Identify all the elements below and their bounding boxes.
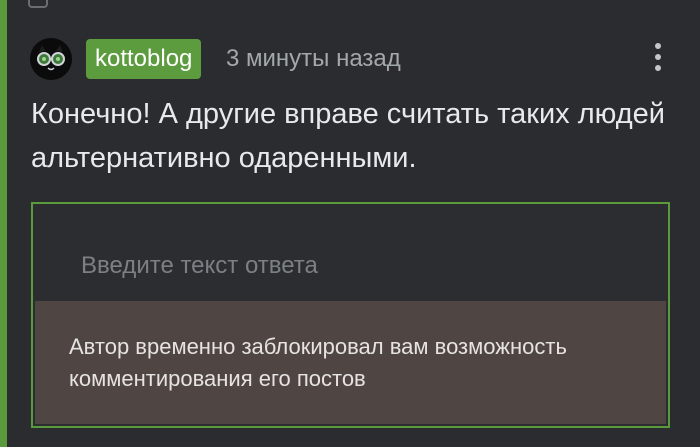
reply-input[interactable] [33, 204, 668, 300]
vertical-dots-icon [655, 43, 661, 71]
blocked-notice: Автор временно заблокировал вам возможно… [35, 301, 666, 424]
author-name[interactable]: kottoblog [86, 39, 202, 79]
cat-avatar-icon [30, 38, 72, 80]
avatar[interactable] [30, 38, 72, 80]
more-options-button[interactable] [646, 38, 670, 80]
comment-screen: kottoblog 3 минуты назад Конечно! А друг… [0, 0, 700, 447]
thread-line[interactable] [0, 0, 7, 447]
blocked-notice-text: Автор временно заблокировал вам возможно… [69, 334, 567, 391]
comment-timestamp[interactable]: 3 минуты назад [226, 38, 401, 80]
reply-box: Автор временно заблокировал вам возможно… [31, 202, 670, 428]
comment-header: kottoblog 3 минуты назад [30, 38, 670, 80]
comment-text: Конечно! А другие вправе считать таких л… [31, 98, 665, 174]
collapse-icon[interactable] [28, 0, 48, 8]
